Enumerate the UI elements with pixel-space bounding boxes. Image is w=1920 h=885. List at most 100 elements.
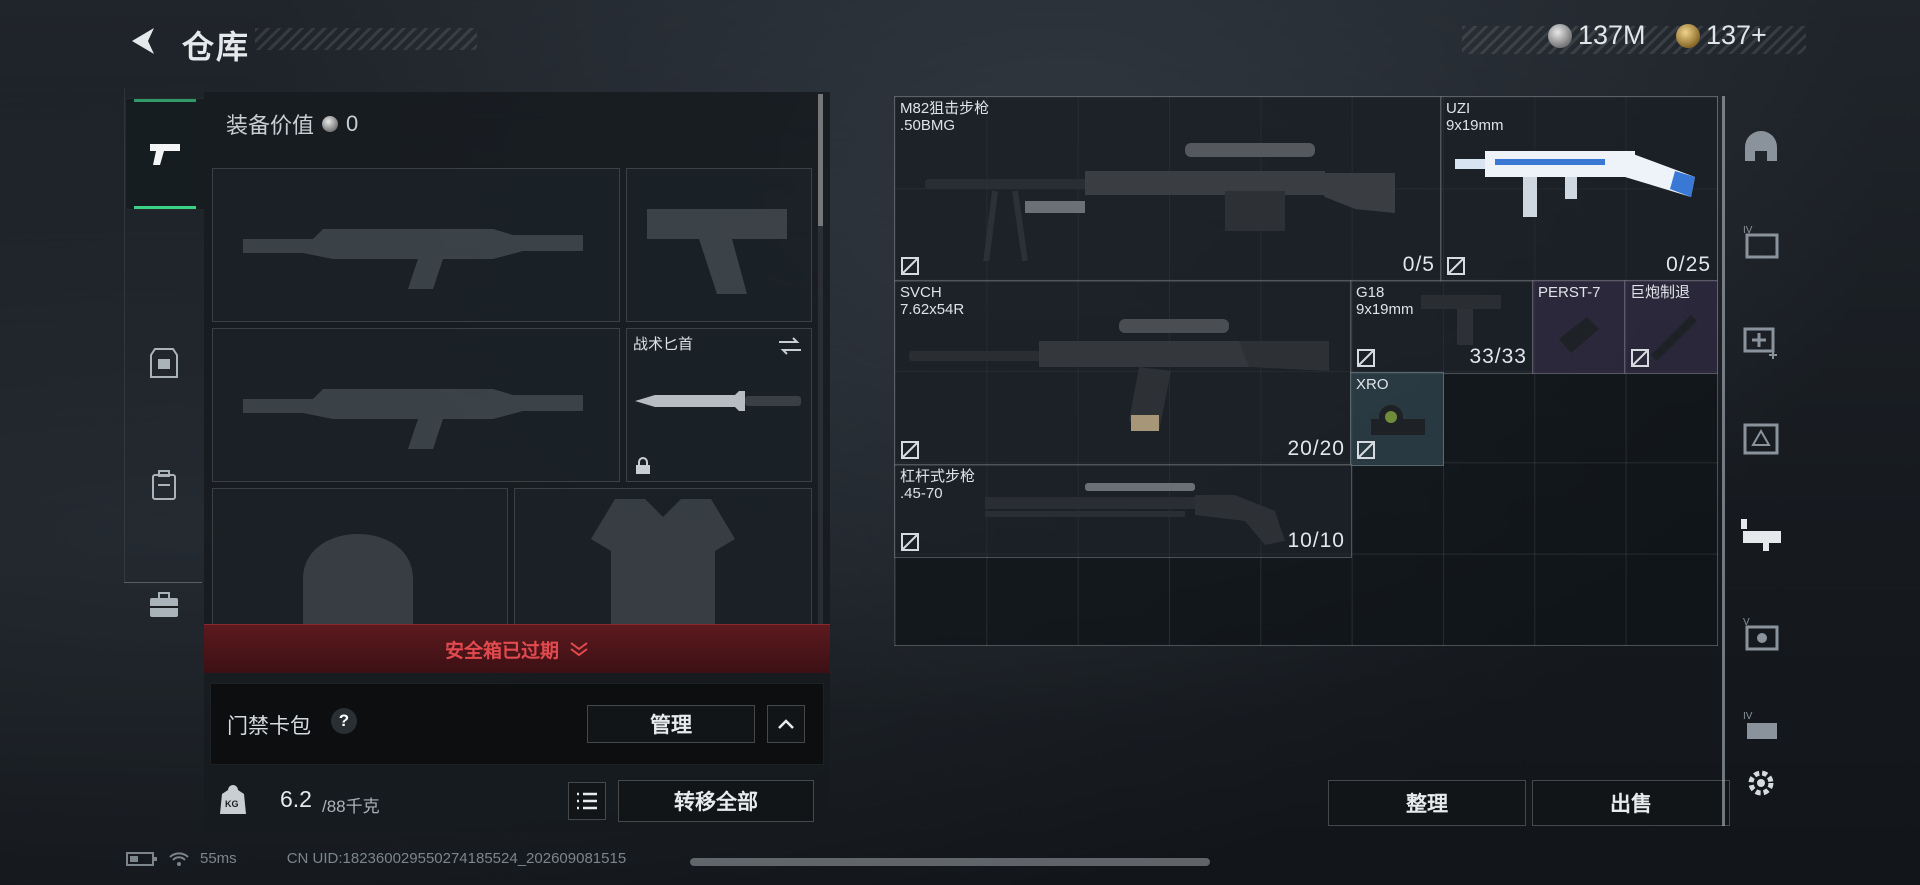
help-icon[interactable]: ?: [331, 708, 357, 734]
item-name: 巨炮制退: [1630, 284, 1691, 301]
rail-tab-armor[interactable]: [125, 308, 203, 418]
armor-iv-tab-icon[interactable]: IV: [1738, 218, 1784, 264]
item-name: 杠杆式步枪 .45-70: [900, 468, 976, 502]
page-title: 仓库: [182, 29, 251, 65]
armor-slot[interactable]: [514, 488, 812, 626]
weight-icon: KG: [218, 784, 248, 816]
list-view-button[interactable]: [568, 782, 606, 820]
medkit-tab-icon[interactable]: [1738, 318, 1784, 364]
settings-icon[interactable]: [1738, 760, 1784, 806]
muzzle-brake-icon: [1651, 315, 1697, 361]
stash-item-lever-rifle[interactable]: 杠杆式步枪 .45-70 10/10: [894, 464, 1352, 558]
silver-coin-icon: [322, 116, 339, 132]
pistol-slot[interactable]: [626, 168, 812, 322]
item-name: UZI 9x19mm: [1446, 100, 1504, 134]
primary-weapon-slot-1[interactable]: [212, 168, 620, 322]
unlinked-icon: [901, 533, 919, 551]
stash-item-perst7[interactable]: PERST-7: [1532, 280, 1626, 374]
uid-text: CN UID:18236002955027418552​4_2026090815…: [286, 850, 627, 867]
item-ammo: 0/25: [1666, 253, 1711, 276]
gold-currency-value: 137+: [1706, 20, 1767, 50]
gold-coin-icon: [1676, 23, 1700, 48]
laser-module-icon: [1559, 317, 1599, 353]
weight-row: KG 6.2 /88千克 转移全部: [204, 772, 830, 830]
helmet-slot[interactable]: [212, 488, 508, 626]
chevron-up-icon: [778, 719, 794, 729]
rifle-silhouette-icon: [243, 389, 583, 449]
sort-button[interactable]: 整理: [1328, 780, 1526, 826]
stash-item-g18[interactable]: G18 9x19mm 33/33: [1350, 280, 1534, 374]
sell-button[interactable]: 出售: [1532, 780, 1730, 826]
manage-button[interactable]: 管理: [587, 705, 755, 743]
weight-max: /88千克: [322, 797, 380, 816]
g18-pistol-icon: [1421, 295, 1501, 345]
weight-current: 6.2: [280, 786, 312, 812]
stash-item-uzi[interactable]: UZI 9x19mm 0/25: [1440, 96, 1718, 282]
home-indicator[interactable]: [690, 858, 1210, 866]
item-ammo: 33/33: [1469, 345, 1527, 368]
transfer-all-button[interactable]: 转移全部: [618, 780, 814, 822]
rail-tab-backpack[interactable]: [125, 430, 203, 540]
armor-rig-tab-icon[interactable]: [1738, 416, 1784, 462]
equipment-value-amount: 0: [346, 111, 359, 136]
item-name: XRO: [1356, 376, 1389, 393]
expand-button[interactable]: [767, 705, 805, 743]
combat-knife-icon: [635, 391, 801, 411]
knife-slot-label: 战术匕首: [633, 336, 694, 353]
pistol-icon: [150, 144, 180, 165]
stash-item-svch[interactable]: SVCH 7.62x54R 20/20: [894, 280, 1352, 466]
stash-item-xro[interactable]: XRO: [1350, 372, 1444, 466]
rig-v-tab-icon[interactable]: V: [1738, 610, 1784, 656]
weight-icon-label: KG: [225, 799, 239, 809]
svch-rifle-icon: [909, 319, 1329, 431]
list-icon: [577, 792, 597, 810]
unlinked-icon: [1357, 441, 1375, 459]
ping-text: 55ms: [200, 850, 237, 867]
lever-rifle-icon: [985, 483, 1285, 545]
rail-tab-case[interactable]: [125, 550, 203, 660]
item-name: G18 9x19mm: [1356, 284, 1414, 318]
unlinked-icon: [1447, 257, 1465, 275]
helmet-silhouette-icon: [303, 534, 413, 625]
stash-item-muzzle-brake[interactable]: 巨炮制退: [1624, 280, 1718, 374]
unlinked-icon: [901, 257, 919, 275]
lock-icon: [636, 457, 650, 474]
rifle-silhouette-icon: [243, 229, 583, 289]
knife-slot[interactable]: 战术匕首: [626, 328, 812, 482]
unlinked-icon: [1631, 349, 1649, 367]
item-ammo: 10/10: [1287, 529, 1345, 552]
weapon-tab-icon[interactable]: [1738, 512, 1784, 558]
item-name: PERST-7: [1538, 284, 1601, 301]
briefcase-icon: [150, 592, 178, 617]
sniper-rifle-icon: [925, 143, 1395, 261]
equipment-value-label: 装备价值: [226, 113, 315, 138]
item-ammo: 20/20: [1287, 437, 1345, 460]
title-decoration: [255, 28, 477, 50]
gold-currency[interactable]: 137+: [1676, 20, 1767, 51]
silver-currency-value: 137M: [1578, 20, 1646, 50]
rail-divider: [124, 582, 202, 583]
uzi-icon: [1455, 151, 1695, 217]
battery-icon: [126, 851, 157, 866]
item-ammo: 0/5: [1402, 253, 1435, 276]
stash-item-m82[interactable]: M82狙击步枪 .50BMG 0/5: [894, 96, 1442, 282]
svg-text:IV: IV: [1743, 711, 1753, 722]
rail-tab-weapons[interactable]: [125, 98, 205, 210]
red-dot-sight-icon: [1371, 405, 1425, 435]
helmet-tab-icon[interactable]: [1738, 124, 1784, 170]
swap-icon[interactable]: [777, 335, 803, 357]
silver-currency[interactable]: 137M: [1548, 20, 1646, 51]
back-arrow-icon[interactable]: [126, 24, 160, 58]
equipment-value: 装备价值 0: [226, 108, 358, 140]
rig-iv-tab-icon[interactable]: IV: [1738, 704, 1784, 750]
secure-box-expired-banner[interactable]: 安全箱已过期: [204, 624, 830, 673]
keycard-pouch-row: 门禁卡包 ? 管理: [210, 683, 824, 765]
secure-box-expired-text: 安全箱已过期: [444, 640, 559, 662]
silver-coin-icon: [1548, 23, 1572, 48]
primary-weapon-slot-2[interactable]: [212, 328, 620, 482]
wifi-icon: [169, 851, 189, 866]
pistol-silhouette-icon: [647, 209, 787, 294]
unlinked-icon: [1357, 349, 1375, 367]
loadout-scrollbar-thumb[interactable]: [818, 94, 823, 226]
armor-vest-icon: [150, 348, 178, 378]
